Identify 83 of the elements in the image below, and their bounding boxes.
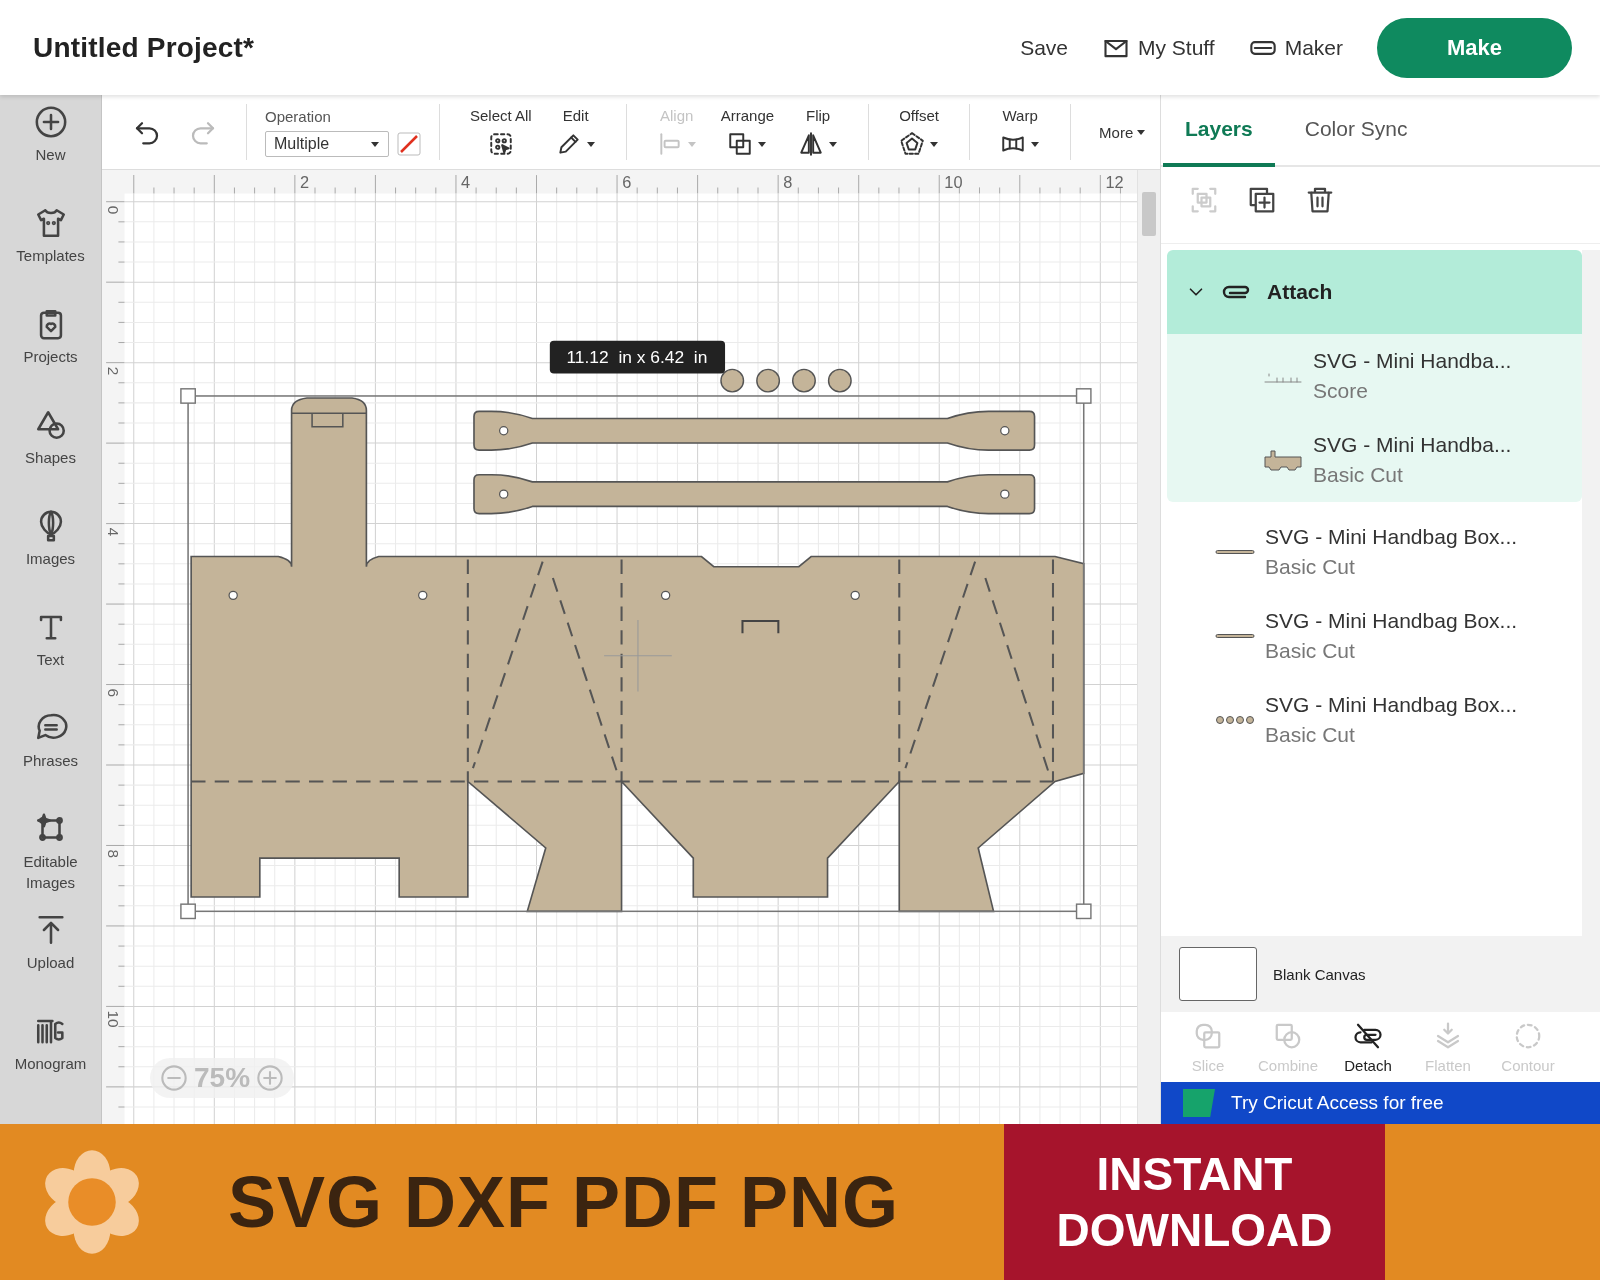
maker-button[interactable]: Maker <box>1248 33 1343 62</box>
operation-label: Operation <box>265 107 332 125</box>
ruler-label: 10 <box>944 173 963 192</box>
make-button[interactable]: Make <box>1377 17 1572 78</box>
sidebar-item[interactable]: Phrases <box>0 711 101 812</box>
arrange-icon <box>727 130 754 157</box>
layer-row[interactable]: SVG - Mini Handbag Box... Basic Cut <box>1167 678 1582 762</box>
layer-name: SVG - Mini Handba... <box>1313 433 1512 457</box>
access-logo-icon <box>1183 1089 1215 1117</box>
ruler-label: 2 <box>105 366 123 376</box>
operation-type: Basic Cut <box>1313 463 1404 487</box>
operation-type: Basic Cut <box>1265 555 1356 579</box>
detach-button[interactable]: Detach <box>1331 1020 1405 1074</box>
ruler-label: 4 <box>105 527 123 537</box>
ruler-label: 4 <box>461 173 471 192</box>
layer-row[interactable]: SVG - Mini Handbag Box... Basic Cut <box>1167 594 1582 678</box>
offset-button[interactable]: Offset <box>887 106 952 158</box>
sidebar-item[interactable]: Monogram <box>0 1014 101 1115</box>
sidebar-item[interactable]: Projects <box>0 307 101 408</box>
zoom-in-icon <box>256 1064 285 1092</box>
strap-thumbnail <box>1215 633 1255 639</box>
layer-name: SVG - Mini Handba... <box>1313 349 1512 373</box>
flip-button[interactable]: Flip <box>786 106 851 158</box>
caret-icon <box>1136 127 1147 137</box>
ruler-label: 0 <box>105 205 123 215</box>
file-formats-text: SVG DXF PDF PNG <box>228 1160 901 1244</box>
ruler-label: 2 <box>300 173 310 192</box>
scrollbar[interactable] <box>1582 250 1600 936</box>
panel-tab[interactable]: Color Sync <box>1282 95 1430 167</box>
layer-name: SVG - Mini Handbag Box... <box>1265 525 1518 549</box>
more-button[interactable]: More <box>1089 123 1157 141</box>
save-button[interactable]: Save <box>1020 35 1068 60</box>
ruler-label: 12 <box>1105 173 1124 192</box>
duplicate-icon <box>1247 185 1277 215</box>
sidebar-item[interactable]: Editable Images <box>0 812 101 913</box>
operation-type: Score <box>1313 379 1369 403</box>
sidebar-item[interactable]: Upload <box>0 913 101 1014</box>
arrange-button[interactable]: Arrange <box>708 106 787 158</box>
warp-button[interactable]: Warp <box>988 106 1053 158</box>
dimension-tooltip: 11.12 in x 6.42 in <box>549 340 726 374</box>
sidebar-item[interactable]: Images <box>0 509 101 610</box>
layer-group-header[interactable]: Attach <box>1167 250 1582 334</box>
zoom-level: 75% <box>194 1062 251 1094</box>
layer-name: SVG - Mini Handbag Box... <box>1265 609 1518 633</box>
promo-banner[interactable]: Try Cricut Access for free <box>1161 1082 1600 1124</box>
ruler-label: 6 <box>105 688 123 698</box>
ruler-label: 8 <box>783 173 793 192</box>
circles-thumbnail <box>1215 715 1255 725</box>
canvas-label: Blank Canvas <box>1273 965 1366 983</box>
sidebar-item[interactable]: New <box>0 105 101 206</box>
ruler-label: 6 <box>622 173 632 192</box>
zoom-out-icon <box>160 1064 188 1092</box>
promo-text: Try Cricut Access for free <box>1231 1092 1444 1114</box>
edit-button[interactable]: Edit <box>543 106 608 158</box>
group-icon <box>1189 185 1219 215</box>
select-all-icon <box>487 130 514 157</box>
layer-row[interactable]: SVG - Mini Handbag Box... Basic Cut <box>1167 510 1582 594</box>
scrollbar[interactable] <box>1137 170 1160 1124</box>
crosshair-icon <box>603 619 673 692</box>
flip-icon <box>798 130 825 157</box>
box-template-thumbnail <box>1263 449 1303 471</box>
sidebar-item[interactable]: Shapes <box>0 408 101 509</box>
panel-tab[interactable]: Layers <box>1163 95 1275 167</box>
my-stuff-button[interactable]: My Stuff <box>1102 33 1215 62</box>
ruler-label: 8 <box>105 849 123 859</box>
operation-type: Basic Cut <box>1265 639 1356 663</box>
canvas-swatch[interactable] <box>1179 947 1257 1001</box>
offset-icon <box>899 130 926 157</box>
ruler-label: 10 <box>105 1010 123 1028</box>
layer-row[interactable]: SVG - Mini Handba... Score <box>1167 334 1582 418</box>
layer-row[interactable]: SVG - Mini Handba... Basic Cut <box>1167 418 1582 502</box>
operation-dropdown[interactable]: Multiple <box>265 130 389 157</box>
strap-thumbnail <box>1215 549 1255 555</box>
instant-download-badge: INSTANT DOWNLOAD <box>1004 1124 1385 1280</box>
project-title: Untitled Project* <box>33 31 256 64</box>
select-all-button[interactable]: Select All <box>458 106 544 158</box>
operation-type: Basic Cut <box>1265 723 1356 747</box>
no-fill-swatch-icon[interactable] <box>397 131 421 156</box>
plus-circle-icon <box>33 105 68 139</box>
sidebar-item[interactable]: Templates <box>0 206 101 307</box>
sidebar-item[interactable]: Text <box>0 610 101 711</box>
layer-name: SVG - Mini Handbag Box... <box>1265 693 1518 717</box>
delete-icon <box>1305 185 1335 215</box>
